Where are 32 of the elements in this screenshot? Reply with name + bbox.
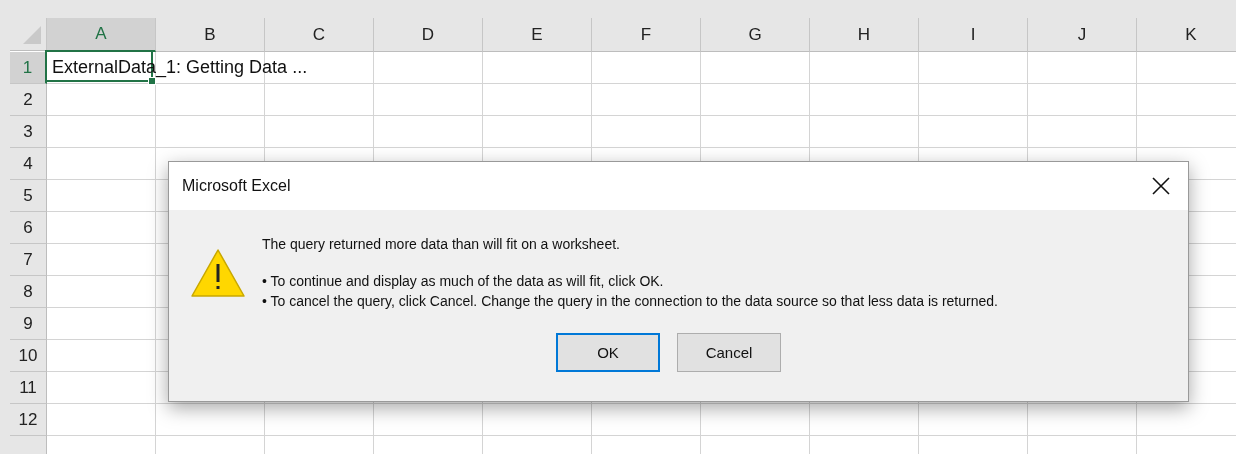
dialog-title: Microsoft Excel	[182, 177, 291, 195]
triangle-icon	[21, 24, 43, 46]
column-header[interactable]: B	[156, 18, 265, 52]
row-header[interactable]: 11	[10, 372, 47, 404]
column-header[interactable]: K	[1137, 18, 1236, 52]
close-icon[interactable]	[1152, 177, 1170, 195]
row-header[interactable]: 2	[10, 84, 47, 116]
column-header[interactable]: F	[592, 18, 701, 52]
row-header[interactable]: 7	[10, 244, 47, 276]
column-header[interactable]: H	[810, 18, 919, 52]
column-header[interactable]: E	[483, 18, 592, 52]
dialog-button[interactable]: OK	[556, 333, 660, 372]
row-header[interactable]: 9	[10, 308, 47, 340]
row-header[interactable]: 12	[10, 404, 47, 436]
column-header[interactable]: C	[265, 18, 374, 52]
column-header[interactable]: A	[47, 18, 156, 52]
dialog-message: The query returned more data than will fit on a worksheet.	[262, 236, 621, 252]
dialog-button[interactable]: Cancel	[677, 333, 781, 372]
row-header[interactable]: 3	[10, 116, 47, 148]
column-header[interactable]: I	[919, 18, 1028, 52]
row-header[interactable]: 1	[10, 52, 47, 84]
column-header[interactable]: G	[701, 18, 810, 52]
row-header[interactable]: 10	[10, 340, 47, 372]
bullet-text: • To cancel the query, click Cancel. Change the query in the connection to the data source so that less data is returned.	[262, 293, 998, 309]
column-header[interactable]: J	[1028, 18, 1137, 52]
row-header[interactable]: 8	[10, 276, 47, 308]
column-header[interactable]: D	[374, 18, 483, 52]
row-header[interactable]: 6	[10, 212, 47, 244]
row-header[interactable]: 4	[10, 148, 47, 180]
bullet-text: • To continue and display as much of the data as will fit, click OK.	[262, 273, 665, 289]
row-header[interactable]: 5	[10, 180, 47, 212]
warning-icon	[189, 247, 246, 298]
